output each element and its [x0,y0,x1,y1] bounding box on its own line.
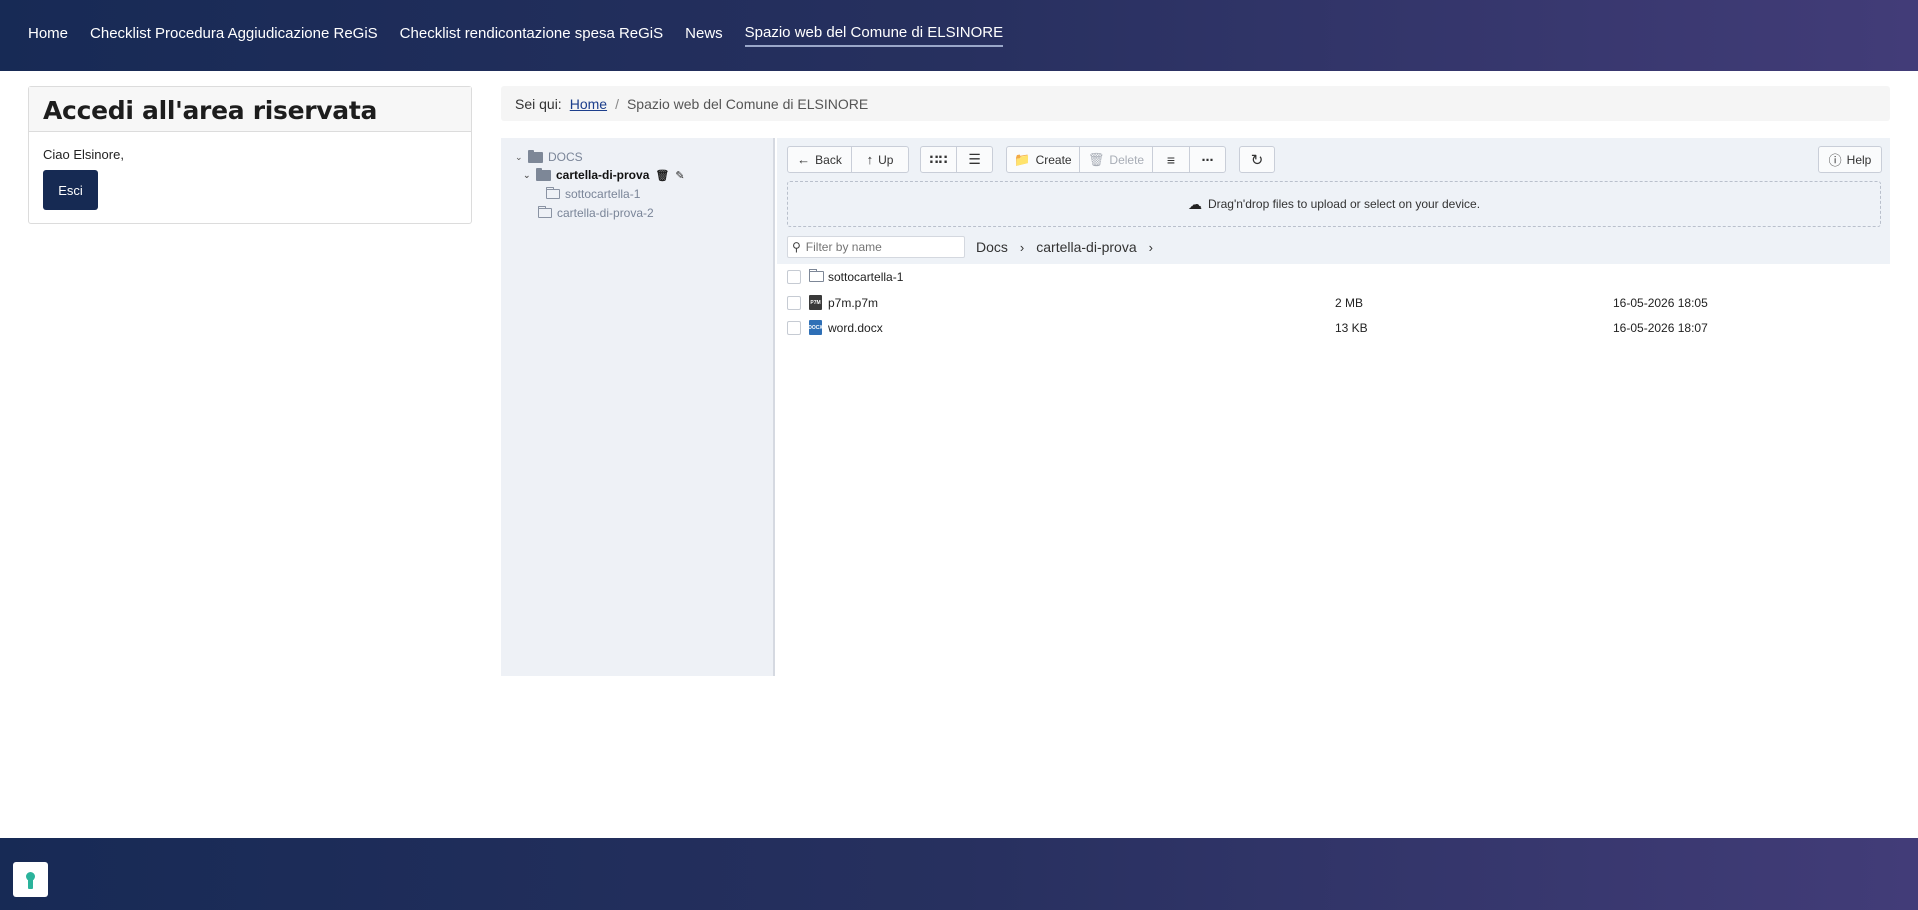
chevron-down-icon[interactable]: ⌄ [515,152,525,163]
refresh-icon: ↻ [1250,151,1264,169]
refresh-button[interactable]: ↻ [1239,146,1275,173]
nav-button-group: ← Back ↑ Up [787,146,909,173]
nav-item-checklist-aggiudicazione[interactable]: Checklist Procedura Aggiudicazione ReGiS [90,25,378,46]
help-button-group: ⓘ Help [1818,146,1882,173]
file-size: 2 MB [1335,295,1364,310]
up-button[interactable]: ↑ Up [851,146,909,173]
delete-button[interactable]: 🗑 Delete [1079,146,1153,173]
file-manager: ⌄ DOCS ⌄ cartella-di-prova 🗑 ✎ sottocart… [501,138,1890,676]
list-view-button[interactable]: ☰ [956,146,993,173]
breadcrumb-current: Spazio web del Comune di ELSINORE [626,95,869,112]
tree-item-label: DOCS [548,150,583,164]
login-title: Accedi all'area riservata [43,96,378,125]
search-icon: ⚲ [792,240,801,254]
p7m-file-icon: P7M [809,295,822,310]
footer [0,838,1918,910]
trash-icon[interactable]: 🗑 [655,169,669,182]
docx-file-icon: DOCX [808,320,823,335]
nav-item-spazio-web[interactable]: Spazio web del Comune di ELSINORE [744,24,1004,47]
refresh-button-group: ↻ [1239,146,1275,173]
path-breadcrumb: Docs › cartella-di-prova › [976,236,1165,258]
tree-item-label: cartella-di-prova-2 [557,206,654,220]
breadcrumb: Sei qui: Home / Spazio web del Comune di… [501,86,1890,121]
folder-icon [536,167,551,181]
grid-icon: ∷∷ [929,151,948,167]
grid-view-button[interactable]: ∷∷ [920,146,957,173]
tree-item-sottocartella-1[interactable]: sottocartella-1 [546,187,640,201]
top-navigation: Home Checklist Procedura Aggiudicazione … [0,0,1918,71]
folder-tree: ⌄ DOCS ⌄ cartella-di-prova 🗑 ✎ sottocart… [501,138,775,676]
back-button[interactable]: ← Back [787,146,852,173]
nav-item-news[interactable]: News [685,25,723,46]
arrow-up-icon: ↑ [866,152,874,167]
more-button[interactable]: ⋯ [1189,146,1226,173]
sort-button[interactable]: ≡ [1152,146,1190,173]
file-toolbar: ← Back ↑ Up ∷∷ ☰ 📁 Create 🗑 Delete ≡ ⋯ ↻… [777,138,1890,264]
ellipsis-icon: ⋯ [1201,152,1214,167]
arrow-left-icon: ← [797,152,811,167]
login-card-header: Accedi all'area riservata [29,87,471,132]
trash-icon: 🗑 [1087,151,1105,167]
nav-item-checklist-rendicontazione[interactable]: Checklist rendicontazione spesa ReGiS [400,25,663,46]
filter-input[interactable] [805,240,956,254]
folder-icon [546,187,560,199]
pencil-icon[interactable]: ✎ [675,169,684,182]
tree-item-cartella-di-prova[interactable]: ⌄ cartella-di-prova 🗑 ✎ [523,167,685,182]
file-size: 13 KB [1335,320,1368,335]
breadcrumb-home-link[interactable]: Home [570,96,607,112]
filter-lines-icon: ≡ [1166,151,1176,168]
file-name: p7m.p7m [828,295,879,310]
greeting-text: Ciao Elsinore, [43,147,124,162]
file-date: 16-05-2026 18:05 [1613,295,1708,310]
file-row-folder[interactable]: sottocartella-1 [777,264,1890,289]
folder-icon: 📁 [1014,151,1031,167]
file-panel: ← Back ↑ Up ∷∷ ☰ 📁 Create 🗑 Delete ≡ ⋯ ↻… [777,138,1890,676]
path-segment-docs[interactable]: Docs [976,239,1008,255]
folder-icon [809,269,824,282]
row-checkbox[interactable] [787,320,801,335]
file-date: 16-05-2026 18:07 [1613,320,1708,335]
logout-button[interactable]: Esci [43,170,98,210]
chevron-right-icon: › [1148,239,1153,255]
tree-item-cartella-di-prova-2[interactable]: cartella-di-prova-2 [538,206,654,220]
accessibility-button[interactable] [13,862,48,897]
dropzone-text: Drag'n'drop files to upload or select on… [1207,197,1481,211]
row-checkbox[interactable] [787,269,801,284]
file-row-docx[interactable]: DOCX word.docx 13 KB 16-05-2026 18:07 [777,315,1890,340]
nav-item-home[interactable]: Home [28,25,68,46]
tree-item-label: sottocartella-1 [565,187,641,201]
tree-item-docs[interactable]: ⌄ DOCS [515,149,583,164]
login-card: Accedi all'area riservata Ciao Elsinore,… [28,86,472,224]
folder-icon [528,149,543,163]
file-name: word.docx [828,320,883,335]
row-checkbox[interactable] [787,295,801,310]
folder-icon [538,206,552,218]
create-button[interactable]: 📁 Create [1006,146,1080,173]
breadcrumb-prefix: Sei qui: [515,95,562,112]
cloud-upload-icon: ☁ [1187,195,1202,212]
info-icon: ⓘ [1828,153,1842,168]
path-segment-cartella-di-prova[interactable]: cartella-di-prova [1036,239,1136,255]
upload-dropzone[interactable]: ☁ Drag'n'drop files to upload or select … [787,181,1881,227]
chevron-right-icon: › [1019,239,1025,255]
file-name: sottocartella-1 [828,269,904,284]
list-icon: ☰ [968,151,981,167]
tree-item-label: cartella-di-prova [556,168,650,182]
help-button[interactable]: ⓘ Help [1818,146,1882,173]
action-button-group: 📁 Create 🗑 Delete ≡ ⋯ [1006,146,1226,173]
chevron-down-icon[interactable]: ⌄ [523,170,533,181]
filter-field: ⚲ [787,236,965,258]
view-button-group: ∷∷ ☰ [920,146,993,173]
breadcrumb-separator: / [615,95,619,112]
file-row-p7m[interactable]: P7M p7m.p7m 2 MB 16-05-2026 18:05 [777,290,1890,315]
